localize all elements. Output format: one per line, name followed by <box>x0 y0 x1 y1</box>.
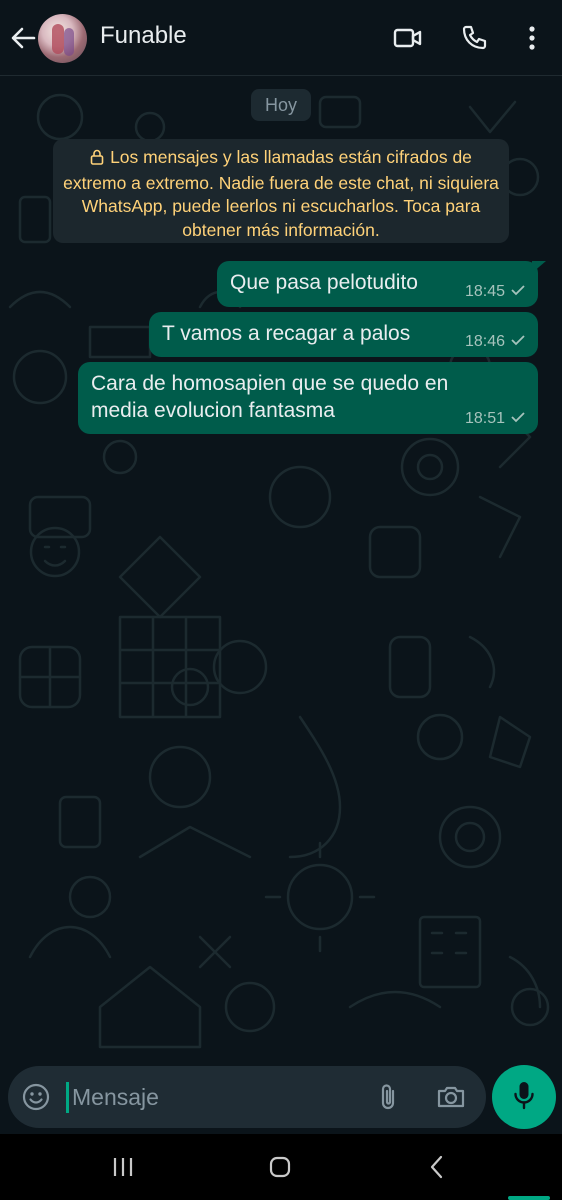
single-check-icon <box>510 333 526 351</box>
encryption-notice[interactable]: Los mensajes y las llamadas están cifrad… <box>53 139 509 243</box>
encryption-notice-text: Los mensajes y las llamadas están cifrad… <box>63 147 499 240</box>
chat-area[interactable]: Hoy Los mensajes y las llamadas están ci… <box>0 77 562 1060</box>
camera-icon[interactable] <box>434 1080 468 1114</box>
back-icon[interactable] <box>417 1152 457 1182</box>
message-text-line: media evolucion fantasma <box>91 399 335 422</box>
message-time: 18:51 <box>464 410 505 427</box>
message-time: 18:45 <box>464 283 505 300</box>
video-call-icon[interactable] <box>390 20 426 56</box>
message-text: T vamos a recagar a palos <box>162 322 411 345</box>
message-input[interactable] <box>72 1078 362 1116</box>
chat-header: Funable <box>0 0 562 76</box>
message-bubble-outgoing[interactable]: T vamos a recagar a palos 18:46 <box>149 312 538 357</box>
single-check-icon <box>510 410 526 428</box>
date-chip: Hoy <box>251 89 311 121</box>
contact-name[interactable]: Funable <box>100 22 187 50</box>
text-cursor <box>66 1082 69 1113</box>
message-time: 18:46 <box>464 333 505 350</box>
voice-call-icon[interactable] <box>456 20 492 56</box>
microphone-icon <box>513 1080 535 1115</box>
message-text: Cara de homosapien que se quedo en media… <box>91 370 448 424</box>
attach-paperclip-icon[interactable] <box>371 1080 405 1114</box>
system-nav-bar <box>0 1134 562 1200</box>
emoji-icon[interactable] <box>19 1080 53 1114</box>
message-bubble-outgoing[interactable]: Que pasa pelotudito 18:45 <box>217 261 546 307</box>
lock-icon <box>90 148 104 172</box>
nav-indicator <box>508 1196 550 1200</box>
avatar[interactable] <box>38 14 87 63</box>
microphone-button[interactable] <box>492 1065 556 1129</box>
home-icon[interactable] <box>260 1152 300 1182</box>
message-composer <box>8 1066 486 1128</box>
more-vertical-icon[interactable] <box>514 20 550 56</box>
message-bubble-outgoing[interactable]: Cara de homosapien que se quedo en media… <box>78 362 538 434</box>
single-check-icon <box>510 283 526 301</box>
message-text-line: Cara de homosapien que se quedo en <box>91 372 449 395</box>
recent-apps-icon[interactable] <box>103 1152 143 1182</box>
back-arrow-icon[interactable] <box>8 22 38 54</box>
message-text: Que pasa pelotudito <box>230 271 418 294</box>
